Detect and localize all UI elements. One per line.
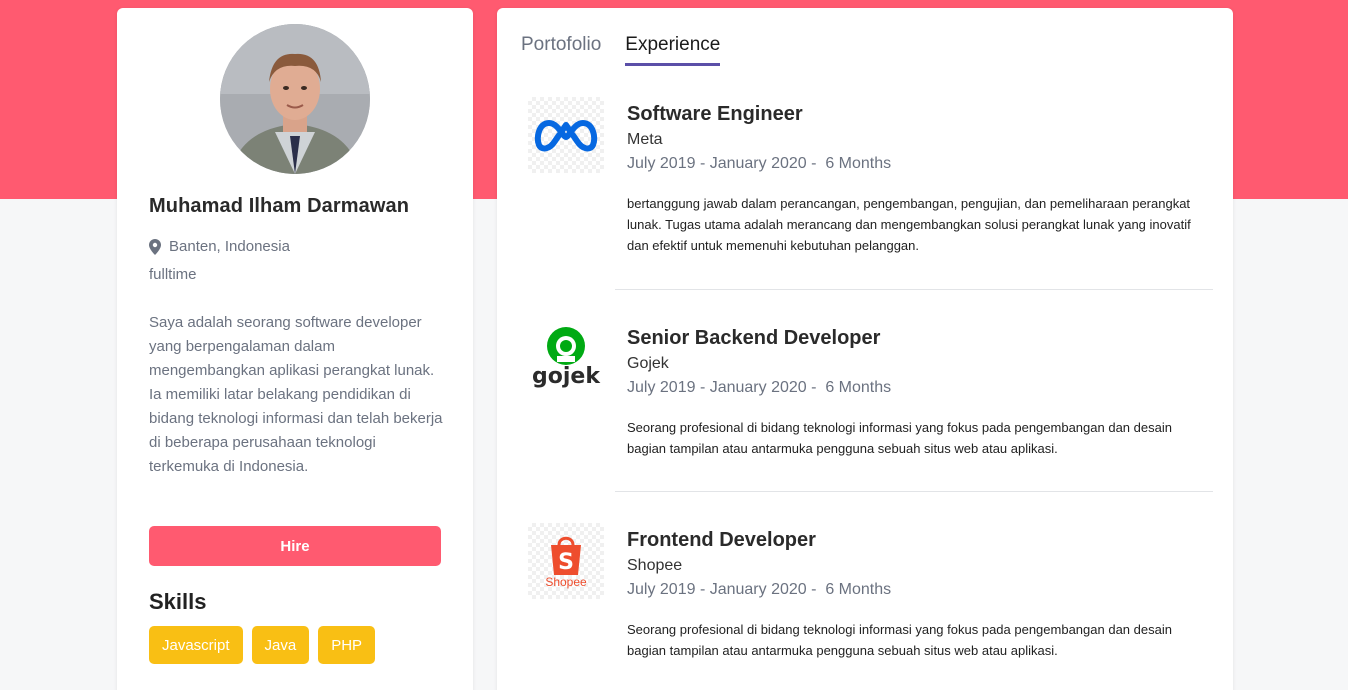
skill-tag-php[interactable]: PHP — [318, 626, 376, 664]
experience-card: Portofolio Experience Software Engineer … — [497, 8, 1233, 690]
tab-bar: Portofolio Experience — [521, 34, 744, 66]
experience-title: Frontend Developer — [627, 529, 816, 551]
experience-period: July 2019 - January 2020 - 6 Months — [627, 155, 892, 172]
tab-portofolio[interactable]: Portofolio — [521, 34, 601, 66]
profile-name: Muhamad Ilham Darmawan — [149, 195, 410, 217]
gojek-logo-text: gojek — [532, 363, 600, 389]
experience-company: Gojek — [627, 355, 669, 372]
avatar-photo — [220, 24, 370, 174]
divider — [615, 289, 1213, 290]
experience-period: July 2019 - January 2020 - 6 Months — [627, 581, 892, 598]
work-type: fulltime — [149, 266, 197, 283]
location-pin-icon — [149, 238, 161, 255]
svg-text:S: S — [558, 550, 574, 575]
location: Banten, Indonesia — [149, 238, 290, 255]
skills-title: Skills — [149, 589, 207, 614]
company-logo: gojek — [528, 319, 604, 395]
experience-description: bertanggung jawab dalam perancangan, pen… — [627, 196, 1191, 253]
shopee-logo-text: Shopee — [545, 575, 587, 589]
hire-button[interactable]: Hire — [149, 526, 441, 566]
experience-period: July 2019 - January 2020 - 6 Months — [627, 379, 892, 396]
tab-experience[interactable]: Experience — [625, 34, 721, 66]
experience-title: Senior Backend Developer — [627, 327, 881, 349]
experience-title: Software Engineer — [627, 103, 803, 125]
shopee-logo-icon: S — [551, 536, 581, 575]
profile-card: Muhamad Ilham Darmawan Banten, Indonesia… — [117, 8, 473, 690]
company-logo: S Shopee — [528, 523, 604, 599]
company-logo — [528, 97, 604, 173]
avatar — [220, 24, 370, 174]
profile-bio: Saya adalah seorang software developer y… — [149, 314, 443, 475]
skill-tag-javascript[interactable]: Javascript — [149, 626, 243, 664]
experience-company: Shopee — [627, 557, 683, 574]
divider — [615, 491, 1213, 492]
experience-description: Seorang profesional di bidang teknologi … — [627, 622, 1172, 658]
meta-logo-icon — [534, 120, 598, 152]
experience-description: Seorang profesional di bidang teknologi … — [627, 420, 1172, 456]
skills-list: Javascript Java PHP — [149, 626, 376, 664]
skill-tag-java[interactable]: Java — [251, 626, 310, 664]
location-text: Banten, Indonesia — [169, 238, 290, 255]
experience-company: Meta — [627, 131, 663, 148]
